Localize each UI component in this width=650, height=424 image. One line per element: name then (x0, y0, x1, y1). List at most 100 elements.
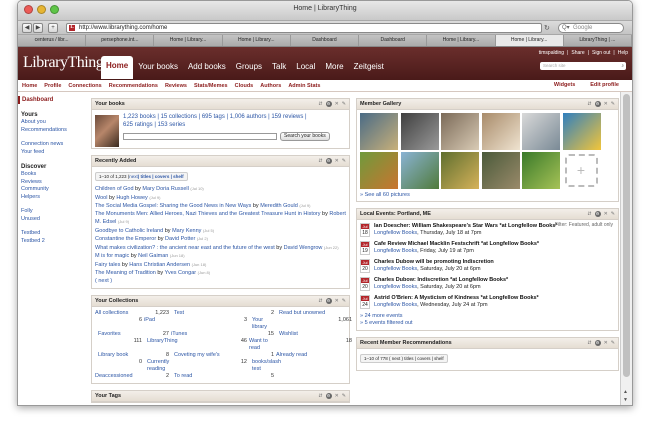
move-icon[interactable]: ⇵ (587, 340, 591, 347)
book-title-link[interactable]: Constantine the Emperor (95, 236, 156, 242)
scrollbar-thumb[interactable] (623, 94, 630, 377)
edit-icon[interactable]: ✎ (611, 211, 615, 218)
event-venue-link[interactable]: Longfellow Books (374, 266, 417, 272)
gallery-photo[interactable] (522, 113, 560, 150)
top-link-help[interactable]: Help (618, 50, 628, 56)
subnav-profile[interactable]: Profile (44, 83, 61, 89)
book-title-link[interactable]: Fairy tales (95, 262, 120, 268)
site-search-input[interactable]: Search site ⌕ (540, 62, 626, 70)
browser-tab[interactable]: Home | Library... (222, 35, 291, 46)
nav-more[interactable]: More (320, 58, 348, 75)
browser-search-input[interactable]: Q▾ Google (558, 23, 624, 33)
browser-tab[interactable]: Home | Library... (154, 35, 223, 46)
edit-icon[interactable]: ✎ (342, 101, 346, 108)
event-venue-link[interactable]: Longfellow Books (374, 248, 417, 254)
top-link-timspalding[interactable]: timspalding (539, 50, 564, 56)
collection-name[interactable]: Read but unowned (276, 310, 354, 317)
event-venue-link[interactable]: Longfellow Books (374, 230, 417, 236)
gallery-photo[interactable] (562, 113, 601, 150)
subnav-admin-stats[interactable]: Admin Stats (288, 83, 320, 89)
collection-name[interactable]: All collections (95, 310, 144, 317)
subnav-widgets[interactable]: Widgets (554, 82, 575, 88)
browser-tab[interactable]: Dashboard (359, 35, 428, 46)
profile-book-image[interactable] (95, 115, 119, 147)
recommendations-pager[interactable]: 1–10 of 778 ( next ) titles | covers | s… (360, 353, 448, 363)
add-photo-button[interactable]: + (564, 153, 598, 187)
nav-your-books[interactable]: Your books (133, 58, 183, 75)
browser-tab[interactable]: LibraryThing | ... (563, 35, 632, 46)
recently-added-next-link[interactable]: ( next ) (95, 278, 112, 284)
gallery-photo[interactable] (441, 113, 479, 150)
collection-name[interactable]: Library book (95, 352, 144, 359)
book-stats-line-1[interactable]: 1,223 books | 15 collections | 695 tags … (123, 114, 307, 120)
sidebar-item-reviews[interactable]: Reviews (21, 179, 90, 187)
nav-talk[interactable]: Talk (267, 58, 291, 75)
settings-icon[interactable]: ⚙ (325, 101, 332, 107)
subnav-stats-memes[interactable]: Stats/Memes (194, 83, 228, 89)
page-scrollbar[interactable]: ▲ ▼ (620, 92, 632, 405)
close-icon[interactable]: ✕ (604, 340, 608, 347)
more-events-link[interactable]: » 24 more events (360, 313, 615, 320)
close-icon[interactable]: ✕ (335, 393, 339, 400)
browser-tab[interactable]: Home | Library... (495, 35, 564, 46)
gallery-photo[interactable] (522, 151, 560, 189)
book-title-link[interactable]: The Social Media Gospel: Sharing the Goo… (95, 203, 251, 209)
event-title[interactable]: Cafe Review Michael Macklin Festschrift … (374, 241, 539, 247)
event-venue-link[interactable]: Longfellow Books (374, 284, 417, 290)
move-icon[interactable]: ⇵ (318, 393, 322, 400)
move-icon[interactable]: ⇵ (587, 101, 591, 108)
collection-name[interactable]: Test (171, 310, 249, 317)
book-stats-line-2[interactable]: 625 ratings | 153 series (123, 122, 185, 128)
collection-name[interactable]: iTunes (171, 331, 249, 338)
author-link[interactable]: Neil Gaiman (138, 253, 168, 259)
close-icon[interactable]: ✕ (604, 211, 608, 218)
gallery-photo[interactable] (441, 151, 479, 189)
move-icon[interactable]: ⇵ (318, 101, 322, 108)
browser-tab[interactable]: Dashboard (290, 35, 360, 46)
browser-tab[interactable]: centerus / libr... (18, 35, 87, 46)
gallery-photo[interactable] (481, 151, 520, 189)
author-link[interactable]: Yves Congar (165, 270, 197, 276)
nav-local[interactable]: Local (291, 58, 320, 75)
event-venue-link[interactable]: Longfellow Books (374, 302, 417, 308)
url-bar[interactable]: L http://www.librarything.com/home (66, 23, 542, 33)
collection-name[interactable]: To read (171, 373, 249, 380)
subnav-connections[interactable]: Connections (68, 83, 101, 89)
settings-icon[interactable]: ⚙ (325, 158, 332, 164)
subnav-reviews[interactable]: Reviews (165, 83, 187, 89)
settings-icon[interactable]: ⚙ (594, 339, 601, 346)
event-title[interactable]: Charles Dubow: Indiscretion *at Longfell… (374, 277, 508, 283)
forward-button[interactable]: ▶ (33, 23, 43, 33)
scroll-up-icon[interactable]: ▲ (623, 389, 628, 395)
gallery-photo[interactable] (400, 151, 439, 189)
gallery-photo[interactable] (360, 113, 398, 150)
top-link-share[interactable]: Share (571, 50, 584, 56)
close-icon[interactable]: ✕ (604, 101, 608, 108)
move-icon[interactable]: ⇵ (318, 298, 322, 305)
collection-name[interactable]: books/slash test (249, 359, 281, 373)
author-link[interactable]: Mary Kenny (172, 228, 201, 234)
book-title-link[interactable]: Goodbye to Catholic Ireland (95, 228, 163, 234)
reload-icon[interactable]: ↻ (544, 24, 550, 32)
book-title-link[interactable]: Children of God (95, 186, 134, 192)
gallery-photo[interactable] (481, 113, 520, 150)
collection-name[interactable]: Wishlist (276, 331, 354, 338)
settings-icon[interactable]: ⚙ (325, 393, 332, 399)
collection-name[interactable]: Favorites (95, 331, 144, 338)
sidebar-dashboard[interactable]: Dashboard (18, 96, 90, 104)
event-title[interactable]: Astrid O'Brien: A Mysticism of Kindness … (374, 295, 539, 301)
close-icon[interactable]: ✕ (335, 158, 339, 165)
gallery-photo[interactable] (360, 151, 398, 189)
subnav-authors[interactable]: Authors (260, 83, 281, 89)
close-icon[interactable]: ✕ (335, 298, 339, 305)
close-icon[interactable]: ✕ (335, 101, 339, 108)
subnav-home[interactable]: Home (22, 83, 37, 89)
book-title-link[interactable]: Wool (95, 195, 107, 201)
sidebar-item-your-feed[interactable]: Your feed (21, 149, 90, 157)
search-your-books-input[interactable] (123, 133, 277, 140)
search-icon[interactable]: ⌕ (621, 62, 624, 70)
author-link[interactable]: David Wengrow (284, 245, 323, 251)
collection-name[interactable]: Coveting my wife's (171, 352, 249, 359)
see-all-pictures-link[interactable]: » See all 60 pictures (360, 192, 410, 198)
collection-name[interactable]: Want to read (249, 338, 276, 352)
